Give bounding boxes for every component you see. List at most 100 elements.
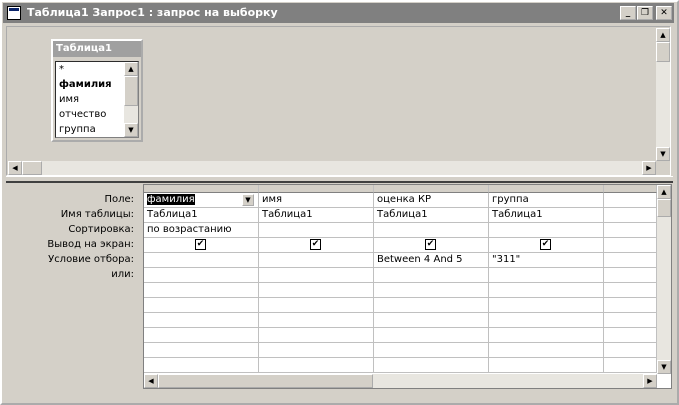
or-cell[interactable]: [144, 298, 259, 313]
scroll-down-arrow-icon[interactable]: ▼: [657, 360, 671, 374]
table-cell[interactable]: [604, 208, 657, 223]
or-cell[interactable]: [604, 313, 657, 328]
column-selector[interactable]: [259, 185, 374, 193]
field-item[interactable]: фамилия: [59, 79, 112, 90]
field-cell[interactable]: [604, 193, 657, 208]
show-checkbox[interactable]: ✔: [425, 239, 436, 250]
or-cell[interactable]: [144, 283, 259, 298]
field-item[interactable]: *: [59, 64, 64, 75]
or-cell[interactable]: [259, 268, 374, 283]
scroll-left-arrow-icon[interactable]: ◀: [144, 374, 158, 388]
field-cell[interactable]: оценка КР: [374, 193, 489, 208]
sort-cell[interactable]: [489, 223, 604, 238]
or-cell[interactable]: [604, 343, 657, 358]
scroll-right-arrow-icon[interactable]: ▶: [643, 374, 657, 388]
scroll-thumb[interactable]: [657, 199, 671, 217]
or-cell[interactable]: [374, 298, 489, 313]
scroll-thumb[interactable]: [656, 42, 670, 62]
scroll-thumb[interactable]: [22, 161, 42, 175]
or-cell[interactable]: [259, 343, 374, 358]
table-cell[interactable]: Таблица1: [374, 208, 489, 223]
column-selector[interactable]: [604, 185, 657, 193]
field-item[interactable]: группа: [59, 124, 96, 135]
show-cell[interactable]: ✔: [144, 238, 259, 253]
table-field-list-title[interactable]: Таблица1: [53, 41, 141, 57]
scroll-thumb[interactable]: [124, 76, 138, 106]
sort-cell[interactable]: [259, 223, 374, 238]
or-cell[interactable]: [259, 328, 374, 343]
or-cell[interactable]: [259, 298, 374, 313]
dropdown-arrow-icon[interactable]: ▼: [242, 194, 254, 206]
or-cell[interactable]: [374, 328, 489, 343]
criteria-cell[interactable]: "311": [489, 253, 604, 268]
field-item[interactable]: имя: [59, 94, 79, 105]
scroll-up-arrow-icon[interactable]: ▲: [124, 62, 138, 76]
or-cell[interactable]: [144, 358, 259, 373]
table-cell[interactable]: Таблица1: [259, 208, 374, 223]
scroll-up-arrow-icon[interactable]: ▲: [657, 185, 671, 199]
or-cell[interactable]: [489, 298, 604, 313]
scroll-down-arrow-icon[interactable]: ▼: [124, 123, 138, 137]
or-cell[interactable]: [144, 343, 259, 358]
criteria-cell[interactable]: [259, 253, 374, 268]
or-cell[interactable]: [489, 283, 604, 298]
show-checkbox[interactable]: ✔: [310, 239, 321, 250]
or-cell[interactable]: [374, 343, 489, 358]
table-cell[interactable]: Таблица1: [489, 208, 604, 223]
field-cell[interactable]: фамилия ▼: [144, 193, 259, 208]
scroll-left-arrow-icon[interactable]: ◀: [8, 161, 22, 175]
sort-cell[interactable]: [374, 223, 489, 238]
or-cell[interactable]: [144, 328, 259, 343]
column-selector[interactable]: [489, 185, 604, 193]
show-cell[interactable]: ✔: [374, 238, 489, 253]
or-cell[interactable]: [374, 358, 489, 373]
or-cell[interactable]: [604, 283, 657, 298]
or-cell[interactable]: [489, 268, 604, 283]
table-pane-vscroll[interactable]: ▲ ▼: [656, 28, 670, 161]
grid-hscroll[interactable]: ◀ ▶: [144, 374, 657, 388]
column-selector[interactable]: [374, 185, 489, 193]
or-cell[interactable]: [604, 298, 657, 313]
show-cell[interactable]: ✔: [259, 238, 374, 253]
or-cell[interactable]: [374, 268, 489, 283]
scroll-right-arrow-icon[interactable]: ▶: [642, 161, 656, 175]
or-cell[interactable]: [604, 358, 657, 373]
close-button[interactable]: ✕: [656, 6, 672, 20]
or-cell[interactable]: [259, 313, 374, 328]
or-cell[interactable]: [144, 268, 259, 283]
field-list-scrollbar[interactable]: ▲ ▼: [124, 62, 138, 137]
restore-button[interactable]: ❐: [637, 6, 653, 20]
or-cell[interactable]: [604, 328, 657, 343]
show-cell[interactable]: ✔: [489, 238, 604, 253]
show-cell[interactable]: [604, 238, 657, 253]
or-cell[interactable]: [489, 343, 604, 358]
or-cell[interactable]: [604, 268, 657, 283]
scroll-down-arrow-icon[interactable]: ▼: [656, 147, 670, 161]
or-cell[interactable]: [489, 313, 604, 328]
scroll-thumb[interactable]: [158, 374, 373, 388]
title-bar[interactable]: Таблица1 Запрос1 : запрос на выборку _ ❐…: [3, 3, 674, 23]
criteria-cell[interactable]: [604, 253, 657, 268]
field-item[interactable]: отчество: [59, 109, 106, 120]
or-cell[interactable]: [144, 313, 259, 328]
field-cell[interactable]: группа: [489, 193, 604, 208]
show-checkbox[interactable]: ✔: [540, 239, 551, 250]
or-cell[interactable]: [374, 283, 489, 298]
minimize-button[interactable]: _: [620, 6, 636, 20]
sort-cell[interactable]: по возрастанию: [144, 223, 259, 238]
table-field-list[interactable]: Таблица1 * фамилия имя отчество группа ▲…: [51, 39, 143, 142]
or-cell[interactable]: [489, 358, 604, 373]
or-cell[interactable]: [374, 313, 489, 328]
or-cell[interactable]: [259, 283, 374, 298]
field-cell[interactable]: имя: [259, 193, 374, 208]
scroll-up-arrow-icon[interactable]: ▲: [656, 28, 670, 42]
or-cell[interactable]: [489, 328, 604, 343]
table-cell[interactable]: Таблица1: [144, 208, 259, 223]
column-selector[interactable]: [144, 185, 259, 193]
criteria-cell[interactable]: [144, 253, 259, 268]
show-checkbox[interactable]: ✔: [195, 239, 206, 250]
grid-vscroll[interactable]: ▲ ▼: [657, 185, 671, 374]
criteria-cell[interactable]: Between 4 And 5: [374, 253, 489, 268]
or-cell[interactable]: [259, 358, 374, 373]
table-pane-hscroll[interactable]: ◀ ▶: [8, 161, 656, 175]
